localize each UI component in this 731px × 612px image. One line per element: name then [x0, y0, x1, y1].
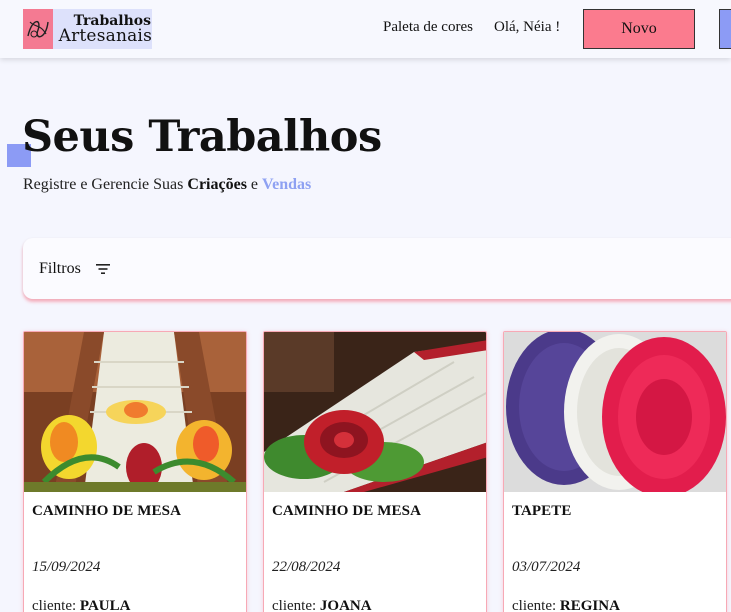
work-card[interactable]: CAMINHO DE MESA 15/09/2024 cliente: PAUL…: [23, 331, 247, 612]
app-logo[interactable]: Trabalhos Artesanais: [23, 9, 152, 49]
work-title: TAPETE: [512, 503, 572, 519]
work-client: cliente: PAULA: [32, 598, 130, 612]
work-date: 22/08/2024: [272, 559, 341, 575]
page-subtitle: Registre e Gerencie Suas Criações e Vend…: [23, 176, 311, 194]
client-label: cliente:: [512, 598, 557, 612]
work-card[interactable]: TAPETE 03/07/2024 cliente: REGINA: [503, 331, 727, 612]
filters-bar[interactable]: Filtros: [23, 238, 731, 299]
work-client: cliente: JOANA: [272, 598, 372, 612]
client-name: JOANA: [319, 598, 372, 612]
logo-emblem-icon: [23, 9, 53, 49]
work-card[interactable]: CAMINHO DE MESA 22/08/2024 cliente: JOAN…: [263, 331, 487, 612]
nav-color-palette-link[interactable]: Paleta de cores: [383, 19, 473, 36]
client-label: cliente:: [32, 598, 77, 612]
client-label: cliente:: [272, 598, 317, 612]
work-date: 15/09/2024: [32, 559, 101, 575]
work-photo-table-runner: [24, 332, 246, 492]
logo-text-bottom: Artesanais: [58, 25, 152, 46]
subtitle-prefix: Registre e Gerencie Suas: [23, 176, 184, 193]
page-title: Seus Trabalhos: [22, 112, 382, 162]
top-navbar: Trabalhos Artesanais Paleta de cores Olá…: [0, 0, 731, 58]
filter-icon[interactable]: [95, 263, 111, 275]
new-work-button[interactable]: Novo: [583, 9, 695, 49]
work-photo-table-runner: [264, 332, 486, 492]
work-date: 03/07/2024: [512, 559, 581, 575]
subtitle-conjunction: e: [250, 176, 259, 193]
client-name: REGINA: [559, 598, 620, 612]
client-name: PAULA: [79, 598, 131, 612]
work-photo-rugs: [504, 332, 726, 492]
nav-user-greeting[interactable]: Olá, Néia !: [494, 19, 560, 36]
subtitle-sales: Vendas: [262, 176, 312, 193]
work-client: cliente: REGINA: [512, 598, 620, 612]
subtitle-creations: Criações: [187, 176, 247, 193]
work-title: CAMINHO DE MESA: [272, 503, 422, 519]
work-title: CAMINHO DE MESA: [32, 503, 182, 519]
filters-label: Filtros: [39, 259, 81, 277]
secondary-button[interactable]: [719, 9, 731, 49]
